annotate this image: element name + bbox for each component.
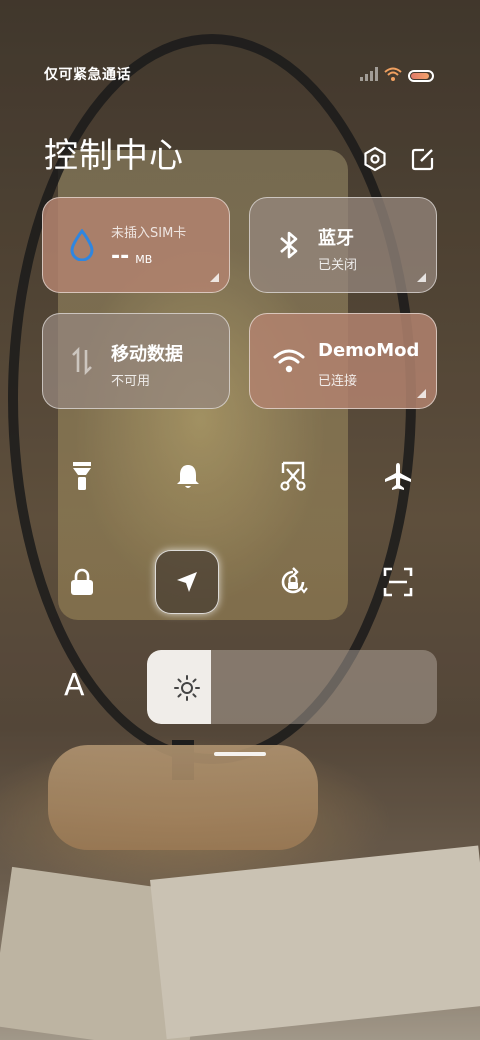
rotation-lock-icon bbox=[281, 567, 308, 594]
expand-corner-icon bbox=[417, 273, 426, 282]
page-title: 控制中心 bbox=[44, 136, 184, 176]
arrows-updown-icon bbox=[65, 344, 99, 378]
bluetooth-icon bbox=[272, 228, 306, 262]
edit-icon bbox=[411, 148, 434, 171]
data-usage-label: 未插入SIM卡 bbox=[111, 226, 187, 241]
expand-corner-icon bbox=[210, 273, 219, 282]
wifi-icon bbox=[272, 344, 306, 378]
carrier-text: 仅可紧急通话 bbox=[44, 67, 131, 83]
screenshot-toggle[interactable] bbox=[267, 450, 319, 502]
bluetooth-label: 蓝牙 bbox=[318, 228, 354, 249]
wifi-status: 已连接 bbox=[318, 374, 358, 389]
gear-icon bbox=[364, 146, 386, 172]
scan-icon bbox=[383, 567, 413, 597]
status-bar: 仅可紧急通话 bbox=[0, 62, 480, 86]
airplane-toggle[interactable] bbox=[372, 450, 424, 502]
mobile-data-label: 移动数据 bbox=[111, 344, 183, 365]
mobile-data-status: 不可用 bbox=[111, 374, 151, 389]
scan-toggle[interactable] bbox=[372, 556, 424, 608]
lock-screen-toggle[interactable] bbox=[56, 556, 108, 608]
wifi-tile[interactable]: DemoMod 已连接 bbox=[249, 313, 437, 409]
wifi-icon bbox=[384, 66, 402, 85]
mobile-data-tile[interactable]: 移动数据 不可用 bbox=[42, 313, 230, 409]
battery-level bbox=[411, 72, 429, 79]
brightness-slider[interactable] bbox=[147, 650, 437, 724]
flashlight-toggle[interactable] bbox=[56, 450, 108, 502]
lock-icon bbox=[71, 568, 93, 595]
drag-handle[interactable] bbox=[214, 752, 266, 756]
silent-toggle[interactable] bbox=[162, 450, 214, 502]
wifi-label: DemoMod bbox=[318, 340, 420, 361]
battery-icon bbox=[408, 69, 434, 82]
auto-brightness-button[interactable]: A bbox=[64, 668, 85, 703]
flashlight-icon bbox=[73, 462, 91, 490]
rotation-lock-toggle[interactable] bbox=[267, 556, 319, 608]
data-usage-unit: MB bbox=[135, 253, 153, 266]
expand-corner-icon bbox=[417, 389, 426, 398]
edit-button[interactable] bbox=[410, 146, 436, 172]
location-toggle[interactable] bbox=[155, 550, 219, 614]
data-usage-number: -- bbox=[111, 244, 130, 269]
status-icons bbox=[360, 66, 434, 85]
water-drop-icon bbox=[65, 228, 99, 262]
bluetooth-tile[interactable]: 蓝牙 已关闭 bbox=[249, 197, 437, 293]
signal-icon bbox=[360, 66, 378, 85]
sun-icon bbox=[174, 675, 200, 701]
settings-button[interactable] bbox=[362, 146, 388, 172]
data-usage-value: -- MB bbox=[111, 244, 152, 269]
bell-icon bbox=[177, 465, 199, 488]
bluetooth-status: 已关闭 bbox=[318, 258, 358, 273]
data-usage-tile[interactable]: 未插入SIM卡 -- MB bbox=[42, 197, 230, 293]
location-icon bbox=[177, 572, 197, 592]
screenshot-icon bbox=[280, 461, 306, 491]
airplane-icon bbox=[385, 463, 411, 490]
